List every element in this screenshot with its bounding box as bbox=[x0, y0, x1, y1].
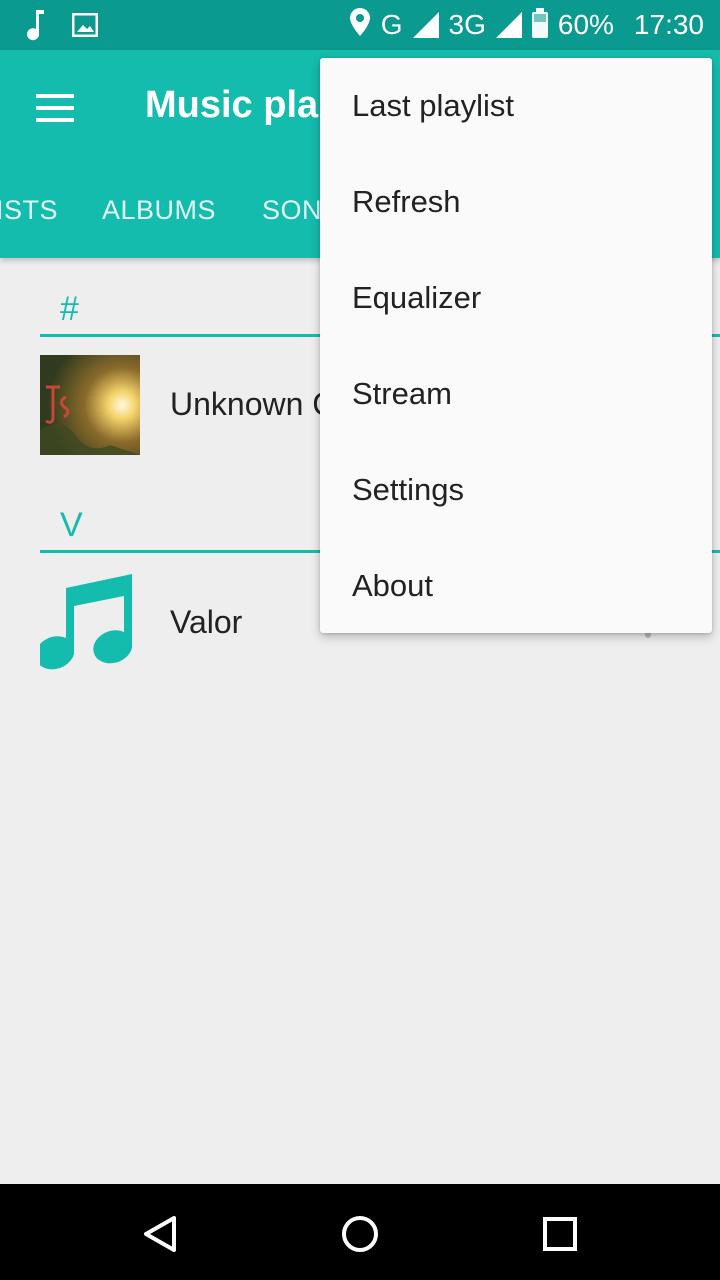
image-icon bbox=[71, 12, 99, 42]
list-item-label: Unknown C bbox=[170, 386, 336, 422]
menu-item-stream[interactable]: Stream bbox=[320, 346, 712, 442]
clock: 17:30 bbox=[633, 9, 704, 40]
home-icon[interactable] bbox=[340, 1214, 380, 1254]
album-art bbox=[40, 355, 140, 455]
battery-percent: 60% bbox=[557, 9, 614, 40]
network-type-2: 3G bbox=[448, 9, 486, 40]
tab-albums[interactable]: ALBUMS bbox=[102, 195, 216, 226]
signal-icon-2 bbox=[495, 12, 522, 38]
menu-item-settings[interactable]: Settings bbox=[320, 442, 712, 538]
music-note-icon bbox=[35, 570, 140, 670]
tab-artists[interactable]: ISTS bbox=[0, 195, 58, 226]
signal-icon bbox=[412, 12, 439, 38]
hamburger-menu-icon[interactable] bbox=[36, 94, 76, 124]
list-item-label: Valor bbox=[170, 604, 243, 640]
network-type-1: G bbox=[380, 9, 403, 40]
battery-icon bbox=[531, 8, 548, 38]
navigation-bar bbox=[0, 1184, 720, 1280]
overflow-menu: Last playlist Refresh Equalizer Stream S… bbox=[320, 58, 712, 633]
tab-songs[interactable]: SON bbox=[262, 195, 322, 226]
section-header-label: V bbox=[60, 506, 83, 544]
menu-item-refresh[interactable]: Refresh bbox=[320, 154, 712, 250]
recents-icon[interactable] bbox=[540, 1214, 580, 1254]
section-header-label: # bbox=[60, 290, 79, 328]
status-bar: G 3G 60% 17:30 bbox=[0, 0, 720, 50]
music-note-icon bbox=[22, 8, 50, 47]
back-icon[interactable] bbox=[140, 1214, 180, 1254]
menu-item-last-playlist[interactable]: Last playlist bbox=[320, 58, 712, 154]
location-icon bbox=[349, 7, 371, 44]
app-title: Music pla bbox=[145, 84, 319, 126]
menu-item-equalizer[interactable]: Equalizer bbox=[320, 250, 712, 346]
menu-item-about[interactable]: About bbox=[320, 538, 712, 634]
